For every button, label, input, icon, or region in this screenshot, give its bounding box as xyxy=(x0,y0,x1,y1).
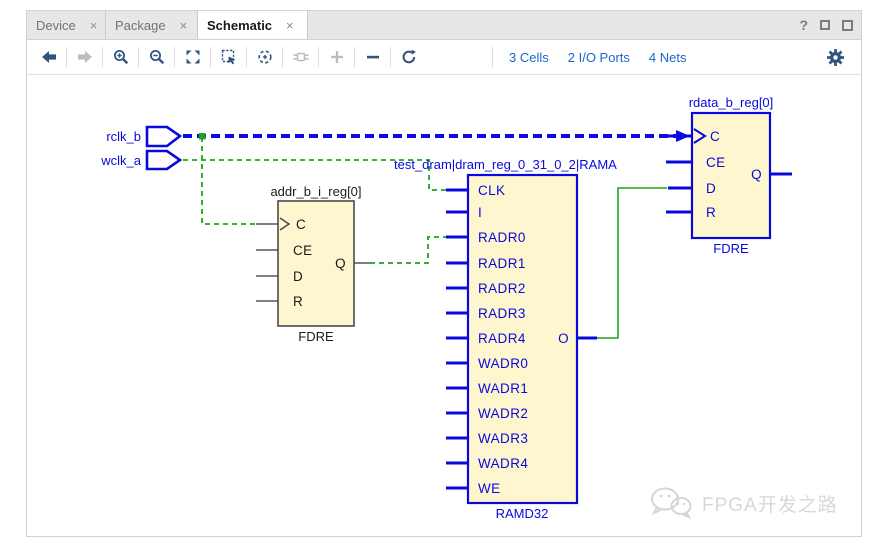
close-icon[interactable]: × xyxy=(90,19,98,32)
pin-label: CE xyxy=(706,155,726,170)
pin-label: RADR2 xyxy=(478,281,526,296)
net-addr-q-to-radr0[interactable] xyxy=(370,237,447,263)
nets-count-link[interactable]: 4 Nets xyxy=(649,50,687,65)
cell-instance-label: test_dram|dram_reg_0_31_0_2|RAMA xyxy=(394,157,617,172)
window-controls: ? xyxy=(799,11,861,39)
toolbar-separator xyxy=(282,47,283,67)
tab-label: Device xyxy=(36,18,76,33)
schematic-canvas[interactable]: rclk_b wclk_a addr_b_i_reg[0] C CE D R Q… xyxy=(27,75,861,536)
cell-instance-label: addr_b_i_reg[0] xyxy=(270,184,361,199)
expand-cell-button[interactable] xyxy=(292,49,309,66)
help-icon[interactable]: ? xyxy=(799,17,808,33)
cell-type-label: FDRE xyxy=(298,329,334,344)
pin-label: CE xyxy=(293,243,313,258)
expand-cell-icon xyxy=(293,49,309,65)
plus-icon xyxy=(329,49,345,65)
zoom-selection-button[interactable] xyxy=(220,49,237,66)
pin-label: RADR4 xyxy=(478,331,526,346)
pin-label: Q xyxy=(335,256,346,271)
toolbar-separator xyxy=(390,47,391,67)
port-label: rclk_b xyxy=(106,129,141,144)
pin-label: WADR0 xyxy=(478,356,528,371)
forward-arrow-icon xyxy=(77,49,93,65)
forward-button[interactable] xyxy=(76,49,93,66)
pin-label: R xyxy=(706,205,716,220)
pin-label: WADR3 xyxy=(478,431,528,446)
io-ports-count-link[interactable]: 2 I/O Ports xyxy=(568,50,630,65)
pin-label: RADR0 xyxy=(478,230,526,245)
maximize-icon[interactable] xyxy=(820,20,830,30)
pin-label: O xyxy=(558,331,569,346)
toolbar-separator xyxy=(66,47,67,67)
net-ram-o-to-rdata-d[interactable] xyxy=(597,188,667,338)
pin-label: C xyxy=(710,129,720,144)
zoom-out-icon xyxy=(149,49,165,65)
toolbar-separator xyxy=(102,47,103,67)
schematic-toolbar: 3 Cells 2 I/O Ports 4 Nets xyxy=(27,40,861,75)
regenerate-button[interactable] xyxy=(400,49,417,66)
float-window-icon[interactable] xyxy=(842,20,853,31)
remove-button[interactable] xyxy=(364,49,381,66)
pin-label: WADR1 xyxy=(478,381,528,396)
toolbar-separator xyxy=(138,47,139,67)
toolbar-separator xyxy=(246,47,247,67)
minus-icon xyxy=(365,49,381,65)
close-icon[interactable]: × xyxy=(180,19,188,32)
toolbar-separator xyxy=(174,47,175,67)
tab-schematic[interactable]: Schematic × xyxy=(198,11,308,39)
tab-device[interactable]: Device × xyxy=(27,11,106,39)
zoom-in-icon xyxy=(113,49,129,65)
refresh-icon xyxy=(401,49,417,65)
port-rclk-b[interactable] xyxy=(147,127,180,146)
tab-label: Schematic xyxy=(207,18,272,33)
pin-label: D xyxy=(706,181,716,196)
statistics-links: 3 Cells 2 I/O Ports 4 Nets xyxy=(509,50,686,65)
tab-package[interactable]: Package × xyxy=(106,11,198,39)
cell-type-label: RAMD32 xyxy=(496,506,549,521)
zoom-fit-button[interactable] xyxy=(184,49,201,66)
pin-label: CLK xyxy=(478,183,505,198)
back-arrow-icon xyxy=(41,49,57,65)
zoom-out-button[interactable] xyxy=(148,49,165,66)
toolbar-separator xyxy=(492,47,493,67)
add-button[interactable] xyxy=(328,49,345,66)
pin-label: D xyxy=(293,269,303,284)
vivado-schematic-window: Device × Package × Schematic × ? xyxy=(0,0,878,546)
gear-icon xyxy=(826,48,845,67)
zoom-fit-icon xyxy=(185,49,201,65)
pin-label: WADR2 xyxy=(478,406,528,421)
zoom-in-button[interactable] xyxy=(112,49,129,66)
port-wclk-a[interactable] xyxy=(147,151,180,169)
autofit-selection-icon xyxy=(257,49,273,65)
pin-label: WE xyxy=(478,481,501,496)
pin-label: WADR4 xyxy=(478,456,528,471)
pin-label: R xyxy=(293,294,303,309)
schematic-drawing: rclk_b wclk_a addr_b_i_reg[0] C CE D R Q… xyxy=(27,75,861,536)
zoom-selection-icon xyxy=(221,49,237,65)
net-rclk-to-addr-c[interactable] xyxy=(202,137,258,224)
port-label: wclk_a xyxy=(100,153,142,168)
cell-instance-label: rdata_b_reg[0] xyxy=(689,95,774,110)
tab-strip: Device × Package × Schematic × ? xyxy=(27,11,861,40)
pin-label: Q xyxy=(751,167,762,182)
toolbar-separator xyxy=(318,47,319,67)
pin-label: C xyxy=(296,217,306,232)
cells-count-link[interactable]: 3 Cells xyxy=(509,50,549,65)
schematic-pane-frame: Device × Package × Schematic × ? xyxy=(26,10,862,537)
toolbar-separator xyxy=(210,47,211,67)
settings-button[interactable] xyxy=(826,48,845,67)
autofit-selection-button[interactable] xyxy=(256,49,273,66)
pin-label: RADR3 xyxy=(478,306,526,321)
cell-type-label: FDRE xyxy=(713,241,749,256)
close-icon[interactable]: × xyxy=(286,19,294,32)
pin-label: I xyxy=(478,205,482,220)
pin-label: RADR1 xyxy=(478,256,526,271)
toolbar-separator xyxy=(354,47,355,67)
back-button[interactable] xyxy=(40,49,57,66)
tab-label: Package xyxy=(115,18,166,33)
